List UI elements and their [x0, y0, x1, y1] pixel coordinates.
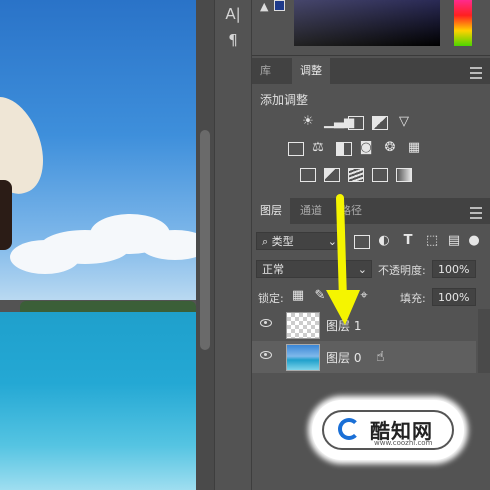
- scroll-thumb[interactable]: [200, 130, 210, 350]
- layer-filter-select[interactable]: ⌕ 类型 ⌄: [256, 232, 342, 250]
- watermark-logo: 酷知网 www.coozhi.com: [312, 400, 464, 460]
- invert-icon[interactable]: [300, 168, 316, 182]
- gamut-warning-icon[interactable]: ▲: [260, 0, 268, 13]
- paragraph-icon[interactable]: ¶: [223, 30, 243, 50]
- curves-icon[interactable]: [348, 116, 364, 130]
- layer-row-1[interactable]: 图层 1: [252, 309, 476, 341]
- hair: [0, 180, 12, 250]
- posterize-icon[interactable]: [324, 168, 340, 182]
- lock-brush-icon[interactable]: ✎: [312, 288, 328, 304]
- opacity-label: 不透明度:: [378, 264, 426, 277]
- layers-tabbar: 图层 通道 路径: [252, 198, 490, 224]
- canvas-scrollbar[interactable]: [196, 0, 214, 490]
- photo-filter-icon[interactable]: ◙: [358, 140, 374, 156]
- color-swatch[interactable]: [274, 0, 285, 11]
- gradient-map-icon[interactable]: [396, 168, 412, 182]
- hue-slider[interactable]: [454, 0, 472, 46]
- filter-toggle-icon[interactable]: ●: [466, 233, 482, 249]
- exposure-icon[interactable]: [372, 116, 388, 130]
- character-icon[interactable]: A|: [223, 4, 243, 24]
- fill-value: 100%: [438, 291, 470, 304]
- blend-mode-value: 正常: [262, 263, 284, 276]
- color-lookup-icon[interactable]: ▦: [406, 140, 422, 156]
- tab-channels[interactable]: 通道: [292, 198, 330, 224]
- hand-cursor-icon: ☝: [376, 349, 385, 365]
- adjustments-title: 添加调整: [260, 93, 309, 107]
- color-panel: ▲: [252, 0, 490, 56]
- layers-menu-icon[interactable]: [470, 207, 482, 219]
- tab-paths[interactable]: 路径: [332, 198, 370, 224]
- watermark-url: www.coozhi.com: [374, 439, 433, 447]
- tab-layers[interactable]: 图层: [252, 198, 290, 224]
- filter-shape-icon[interactable]: ⬚: [424, 233, 440, 249]
- lock-transparent-icon[interactable]: ▦: [290, 288, 306, 304]
- layer-thumbnail-transparent: [286, 312, 320, 339]
- filter-pixel-icon[interactable]: [354, 235, 370, 249]
- filter-type-icon[interactable]: T: [400, 233, 416, 249]
- layer-thumbnail-photo: [286, 344, 320, 371]
- watermark-emblem-icon: [338, 418, 360, 440]
- hue-saturation-icon[interactable]: [288, 142, 304, 156]
- chevron-down-icon: ⌄: [357, 263, 367, 276]
- blend-mode-select[interactable]: 正常 ⌄: [256, 260, 372, 278]
- lock-position-icon[interactable]: ⌖: [356, 288, 372, 304]
- sea: [0, 312, 196, 490]
- filter-smartobject-icon[interactable]: ▤: [446, 233, 462, 249]
- visibility-eye-icon[interactable]: [260, 351, 272, 359]
- lock-label: 锁定:: [258, 292, 284, 305]
- layers-scrollbar[interactable]: [478, 309, 490, 373]
- selective-color-icon[interactable]: [372, 168, 388, 182]
- tab-adjustments[interactable]: 调整: [292, 58, 330, 84]
- search-icon: ⌕: [262, 235, 272, 248]
- filter-kind-label: 类型: [271, 235, 294, 248]
- vibrance-icon[interactable]: ▽: [396, 114, 412, 130]
- color-balance-icon[interactable]: ⚖: [310, 140, 326, 156]
- opacity-field[interactable]: 100%: [432, 260, 476, 278]
- chevron-down-icon: ⌄: [327, 235, 337, 248]
- canvas-photo[interactable]: [0, 0, 196, 490]
- adjustments-panel: 库 调整 添加调整 ☀ ▁▃▅ ▽ ⚖ ◙ ❂ ▦: [252, 58, 490, 190]
- layer-name[interactable]: 图层 1: [326, 317, 361, 334]
- adjustments-tabbar: 库 调整: [252, 58, 490, 84]
- tool-strip: A| ¶: [214, 0, 252, 490]
- watermark-frame: 酷知网 www.coozhi.com: [322, 410, 454, 450]
- channel-mixer-icon[interactable]: ❂: [382, 140, 398, 156]
- fill-field[interactable]: 100%: [432, 288, 476, 306]
- cloud: [10, 240, 80, 274]
- visibility-eye-icon[interactable]: [260, 319, 272, 327]
- brightness-icon[interactable]: ☀: [300, 114, 316, 130]
- layer-row-0[interactable]: 图层 0 ☝: [252, 341, 476, 373]
- tab-library[interactable]: 库: [252, 58, 279, 84]
- threshold-icon[interactable]: [348, 168, 364, 182]
- layer-name[interactable]: 图层 0: [326, 349, 361, 366]
- filter-adjustment-icon[interactable]: ◐: [376, 233, 392, 249]
- panel-menu-icon[interactable]: [470, 67, 482, 79]
- opacity-value: 100%: [438, 263, 470, 276]
- fill-label: 填充:: [400, 292, 426, 305]
- color-picker-field[interactable]: [294, 0, 440, 46]
- black-white-icon[interactable]: [336, 142, 352, 156]
- levels-icon[interactable]: ▁▃▅: [324, 114, 354, 130]
